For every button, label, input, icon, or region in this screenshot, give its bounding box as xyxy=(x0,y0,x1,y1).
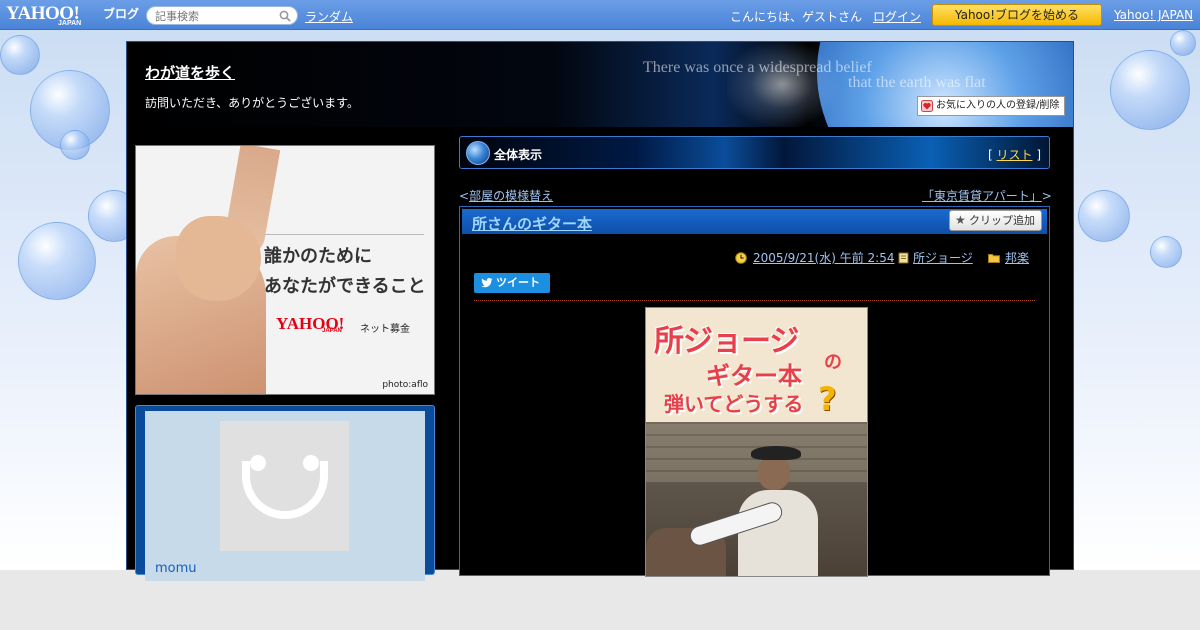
ad-photo-credit: photo:aflo xyxy=(382,380,428,390)
avatar-mouth xyxy=(242,461,328,519)
bubble-decoration xyxy=(18,222,96,300)
header-motto: There was once a widespread belief that … xyxy=(643,59,986,91)
article: 所さんのギター本 ★ クリップ追加 2005/9/21(水) 午前 2:54 所… xyxy=(459,206,1050,577)
star-icon: ★ xyxy=(955,213,966,227)
clip-add-button[interactable]: ★ クリップ追加 xyxy=(949,210,1042,231)
article-datetime: 2005/9/21(水) 午前 2:54 xyxy=(735,249,894,266)
logo-blog: ブログ xyxy=(103,7,140,21)
datetime-link[interactable]: 2005/9/21(水) 午前 2:54 xyxy=(753,251,894,265)
cover-person-hat xyxy=(751,446,801,460)
section-label: 全体表示 xyxy=(494,148,543,162)
twitter-bird-icon xyxy=(481,278,493,288)
motto-line-2: that the earth was flat xyxy=(848,74,986,91)
ad-yahoo-logo: YAHOO! JAPAN xyxy=(276,314,344,334)
prev-article-nav: <部屋の模様替え xyxy=(459,187,553,204)
cover-title-line-2: ギター本 xyxy=(706,362,802,390)
logo-sub: JAPAN xyxy=(58,20,82,27)
tweet-label: ツイート xyxy=(496,276,540,289)
search-input[interactable] xyxy=(155,9,275,23)
bubble-decoration xyxy=(60,130,90,160)
ad-copy-line-1: 誰かのために xyxy=(264,246,372,267)
cover-title-line-3: 弾いてどうする xyxy=(664,392,804,416)
next-article-nav: 「東京賃貸アパート」> xyxy=(922,187,1052,204)
start-blog-button[interactable]: Yahoo!ブログを始める xyxy=(932,4,1102,26)
profile-inner: momu xyxy=(145,411,425,581)
favorite-label: お気に入りの人の登録/削除 xyxy=(936,100,1060,111)
blog-description: 訪問いただき、ありがとうございます。 xyxy=(145,96,359,110)
charity-ad-banner[interactable]: 誰かのために あなたができること YAHOO! JAPAN ネット募金 phot… xyxy=(135,145,435,395)
favorite-icon xyxy=(921,100,933,112)
globe-icon xyxy=(466,141,490,165)
cover-title-line-1: 所ジョージ xyxy=(654,324,799,359)
cover-title-no: の xyxy=(824,352,842,373)
article-divider xyxy=(474,300,1035,301)
folder-icon xyxy=(988,254,1000,263)
yahoo-topbar: YAHOO! JAPAN ブログ ランダム こんにちは、ゲストさん ログイン Y… xyxy=(0,0,1200,30)
category-link[interactable]: 邦楽 xyxy=(1005,251,1029,265)
ad-service-name: ネット募金 xyxy=(360,324,410,335)
prev-mark: < xyxy=(459,189,470,203)
article-author: 所ジョージ xyxy=(898,249,973,266)
list-toggle: [ リスト ] xyxy=(988,146,1041,163)
article-image[interactable]: 所ジョージ の ギター本 弾いてどうする ? xyxy=(645,307,868,577)
list-bracket-open: [ xyxy=(987,148,993,162)
article-title[interactable]: 所さんのギター本 xyxy=(472,213,592,234)
list-link[interactable]: リスト xyxy=(996,148,1032,162)
ad-logo-sub: JAPAN xyxy=(322,328,342,334)
blog-header: There was once a widespread belief that … xyxy=(127,42,1073,127)
clock-icon xyxy=(735,252,747,264)
blog-frame: There was once a widespread belief that … xyxy=(126,41,1074,581)
bubble-decoration xyxy=(1170,30,1196,56)
avatar[interactable] xyxy=(220,421,349,551)
article-title-bar: 所さんのギター本 ★ クリップ追加 xyxy=(462,209,1047,234)
author-link[interactable]: 所ジョージ xyxy=(913,251,973,265)
profile-username[interactable]: momu xyxy=(155,561,197,576)
tweet-button[interactable]: ツイート xyxy=(474,273,550,293)
cover-question-mark: ? xyxy=(818,380,837,418)
article-category: 邦楽 xyxy=(988,249,1029,266)
clip-add-label: クリップ追加 xyxy=(969,214,1035,227)
greeting-text: こんにちは、ゲストさん xyxy=(730,10,863,24)
next-article-link[interactable]: 「東京賃貸アパート」 xyxy=(922,189,1042,203)
list-bracket-close: ] xyxy=(1036,148,1041,162)
all-display-bar: 全体表示 [ リスト ] xyxy=(459,136,1050,169)
blog-title[interactable]: わが道を歩く xyxy=(145,62,235,83)
ad-divider xyxy=(264,234,424,235)
cover-person-head xyxy=(758,456,790,490)
ad-image-hand xyxy=(176,216,261,301)
random-link[interactable]: ランダム xyxy=(305,8,353,25)
bubble-decoration xyxy=(1150,236,1182,268)
login-link[interactable]: ログイン xyxy=(873,8,921,25)
book-icon xyxy=(898,252,909,264)
yahoo-blog-logo[interactable]: YAHOO! JAPAN ブログ xyxy=(6,3,139,27)
yahoo-japan-link[interactable]: Yahoo! JAPAN xyxy=(1114,8,1193,22)
search-icon[interactable] xyxy=(279,10,291,22)
next-mark: > xyxy=(1041,189,1052,203)
favorite-button[interactable]: お気に入りの人の登録/削除 xyxy=(917,96,1065,116)
profile-panel: momu xyxy=(135,405,435,581)
bubble-decoration xyxy=(0,35,40,75)
prev-article-link[interactable]: 部屋の模様替え xyxy=(469,189,553,203)
search-box xyxy=(146,6,298,25)
bubble-decoration xyxy=(1110,50,1190,130)
ad-copy-line-2: あなたができること xyxy=(264,276,426,297)
bubble-decoration xyxy=(1078,190,1130,242)
motto-line-1: There was once a widespread belief xyxy=(643,59,872,76)
